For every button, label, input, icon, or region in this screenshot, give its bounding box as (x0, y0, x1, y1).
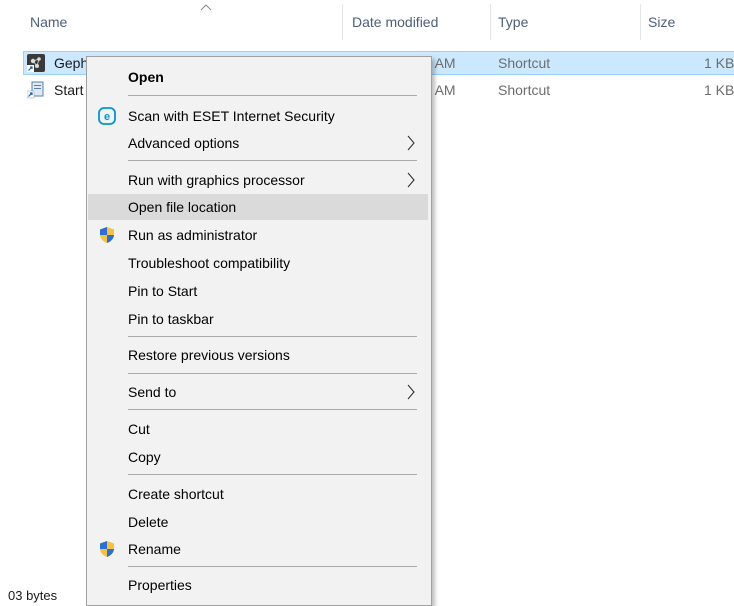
menu-item-label: Restore previous versions (128, 347, 290, 363)
shortcut-file-icon (27, 81, 44, 99)
menu-item-label: Troubleshoot compatibility (128, 255, 291, 271)
menu-item-cut[interactable]: Cut (88, 416, 428, 442)
menu-item-label: Pin to taskbar (128, 311, 214, 327)
menu-item-pin-to-start[interactable]: Pin to Start (88, 278, 428, 304)
column-divider[interactable] (342, 4, 343, 40)
file-name: Geph (54, 55, 89, 71)
status-bar-text: 03 bytes (8, 588, 58, 603)
menu-separator (128, 566, 417, 567)
context-menu: Open e Scan with ESET Internet Security … (86, 56, 432, 606)
eset-icon: e (98, 107, 116, 125)
menu-item-label: Run as administrator (128, 227, 258, 243)
column-divider[interactable] (640, 4, 641, 40)
menu-item-label: Run with graphics processor (128, 172, 305, 188)
menu-item-create-shortcut[interactable]: Create shortcut (88, 481, 428, 507)
column-header: Name Date modified Type Size (0, 0, 734, 40)
menu-item-open-file-location[interactable]: Open file location (88, 194, 428, 220)
menu-item-restore-previous-versions[interactable]: Restore previous versions (88, 342, 428, 368)
file-name: Start (54, 82, 84, 98)
menu-item-label: Properties (128, 577, 192, 593)
file-size: 1 KB (704, 55, 734, 71)
menu-item-label: Rename (128, 541, 181, 557)
file-type: Shortcut (498, 55, 551, 71)
menu-item-label: Send to (128, 384, 177, 400)
chevron-right-icon (407, 135, 415, 151)
menu-item-run-as-administrator[interactable]: Run as administrator (88, 222, 428, 248)
menu-item-troubleshoot-compatibility[interactable]: Troubleshoot compatibility (88, 250, 428, 276)
menu-item-label: Create shortcut (128, 486, 224, 502)
menu-item-advanced-options[interactable]: Advanced options (88, 130, 428, 156)
menu-item-rename[interactable]: Rename (88, 536, 428, 562)
column-type[interactable]: Type (498, 14, 528, 30)
menu-item-delete[interactable]: Delete (88, 509, 428, 535)
file-type: Shortcut (498, 82, 551, 98)
menu-separator (128, 95, 417, 96)
menu-item-properties[interactable]: Properties (88, 572, 428, 598)
column-date-modified[interactable]: Date modified (352, 14, 438, 30)
menu-separator (128, 409, 417, 410)
menu-separator (128, 336, 417, 337)
column-name[interactable]: Name (30, 14, 67, 30)
menu-item-label: Open file location (128, 199, 237, 215)
chevron-right-icon (407, 172, 415, 188)
menu-item-open[interactable]: Open (88, 64, 428, 90)
menu-item-send-to[interactable]: Send to (88, 379, 428, 405)
menu-item-copy[interactable]: Copy (88, 444, 428, 470)
chevron-right-icon (407, 384, 415, 400)
menu-separator (128, 160, 417, 161)
menu-item-run-graphics-processor[interactable]: Run with graphics processor (88, 167, 428, 193)
menu-item-label: Copy (128, 449, 161, 465)
menu-item-label: Delete (128, 514, 169, 530)
uac-shield-icon (100, 541, 114, 557)
menu-separator (128, 474, 417, 475)
gephi-icon (27, 54, 45, 72)
column-size[interactable]: Size (648, 14, 675, 30)
menu-item-label: Advanced options (128, 135, 240, 151)
menu-separator (128, 373, 417, 374)
column-divider[interactable] (490, 4, 491, 40)
menu-item-label: Cut (128, 421, 150, 437)
file-size: 1 KB (704, 82, 734, 98)
menu-item-pin-to-taskbar[interactable]: Pin to taskbar (88, 306, 428, 332)
svg-text:e: e (104, 111, 110, 123)
menu-item-label: Scan with ESET Internet Security (128, 108, 335, 124)
sort-ascending-icon[interactable] (200, 2, 212, 12)
uac-shield-icon (100, 227, 114, 243)
menu-item-scan-eset[interactable]: e Scan with ESET Internet Security (88, 103, 428, 129)
menu-item-label: Pin to Start (128, 283, 198, 299)
menu-item-label: Open (128, 69, 164, 85)
